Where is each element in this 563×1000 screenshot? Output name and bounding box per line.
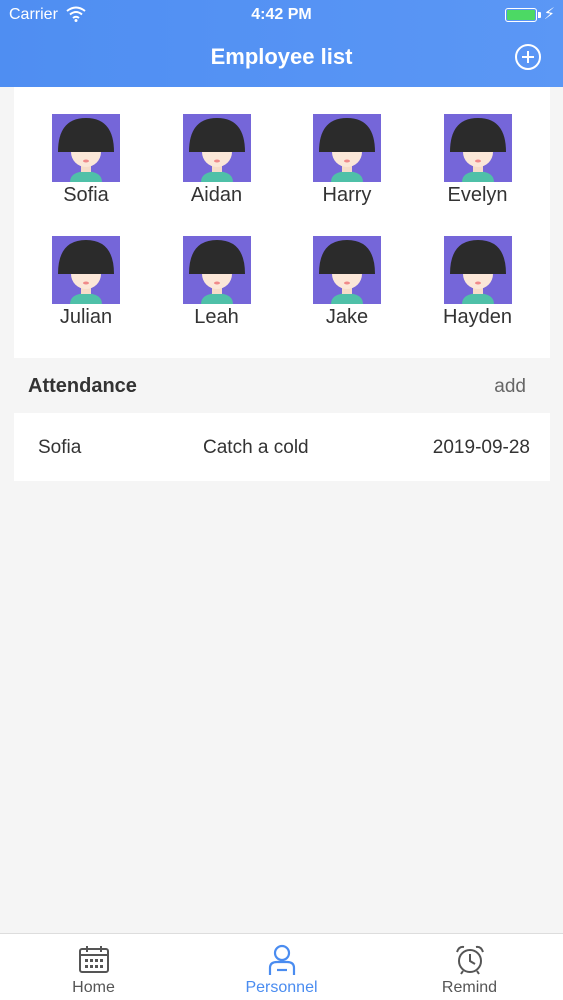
person-icon <box>267 944 297 981</box>
employee-name: Aidan <box>190 184 243 206</box>
attendance-reason: Catch a cold <box>203 437 309 458</box>
tab-remind[interactable]: Remind <box>376 934 563 1000</box>
employee-item[interactable]: Julian <box>21 236 151 329</box>
clock-time: 4:42 PM <box>251 6 312 23</box>
employee-item[interactable]: Leah <box>152 236 282 329</box>
attendance-employee-name: Sofia <box>38 437 82 458</box>
avatar <box>313 236 381 304</box>
tab-personnel[interactable]: Personnel <box>188 934 375 1000</box>
battery-icon <box>505 8 537 22</box>
employee-item[interactable]: Aidan <box>152 114 282 207</box>
avatar <box>443 236 512 304</box>
tab-remind-label: Remind <box>441 979 498 996</box>
navigation-bar: Carrier 4:42 PM ⚡ Employee list <box>0 0 563 87</box>
avatar <box>52 236 120 304</box>
tab-personnel-label: Personnel <box>245 979 318 996</box>
alarm-clock-icon <box>454 944 486 981</box>
employee-name: Julian <box>59 306 113 328</box>
charging-icon: ⚡ <box>543 6 555 23</box>
avatar <box>52 114 120 182</box>
avatar <box>182 114 251 182</box>
employee-item[interactable]: Hayden <box>413 236 543 329</box>
employee-grid: Sofia Aidan Harry Evelyn Julian Leah Jake Hayde… <box>14 87 550 358</box>
tab-home-label: Home <box>72 979 115 996</box>
attendance-date: 2019-09-28 <box>432 437 530 458</box>
tab-bar: Home Personnel Remind <box>0 933 563 1000</box>
attendance-title: Attendance <box>28 375 137 397</box>
employee-item[interactable]: Sofia <box>21 114 151 207</box>
employee-item[interactable]: Jake <box>282 236 412 329</box>
battery-cap <box>538 12 541 18</box>
employee-name: Hayden <box>443 306 512 328</box>
avatar <box>313 114 381 182</box>
employee-item[interactable]: Evelyn <box>413 114 543 207</box>
attendance-header: Attendance add <box>14 358 550 413</box>
attendance-row[interactable]: Sofia Catch a cold 2019-09-28 <box>14 413 550 481</box>
employee-name: Evelyn <box>447 184 508 206</box>
employee-name: Harry <box>322 184 372 206</box>
calendar-icon <box>78 944 110 979</box>
status-bar: Carrier 4:42 PM ⚡ <box>0 0 563 30</box>
avatar <box>443 114 512 182</box>
add-employee-button[interactable] <box>515 44 541 70</box>
employee-item[interactable]: Harry <box>282 114 412 207</box>
employee-name: Jake <box>325 306 369 328</box>
add-attendance-button[interactable]: add <box>494 376 526 398</box>
tab-home[interactable]: Home <box>0 934 187 1000</box>
employee-name: Leah <box>194 306 239 328</box>
employee-name: Sofia <box>63 184 109 206</box>
page-title: Employee list <box>210 44 353 69</box>
avatar <box>182 236 251 304</box>
